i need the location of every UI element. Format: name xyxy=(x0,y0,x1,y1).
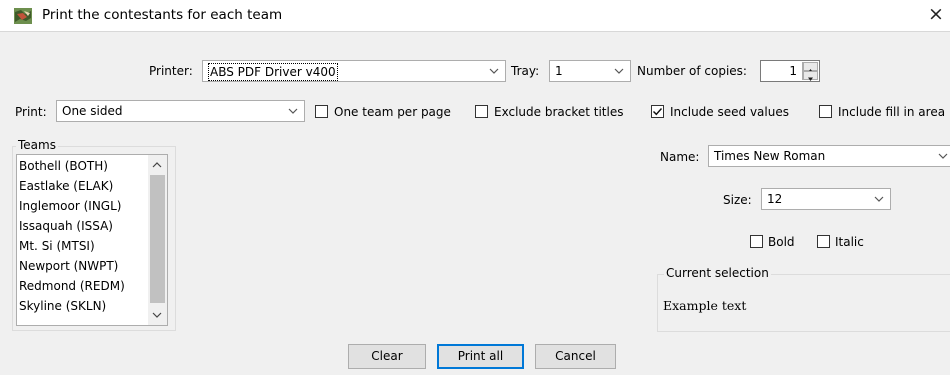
include-fill-in-areas-label: Include fill in area xyxy=(838,105,946,119)
cancel-button[interactable]: Cancel xyxy=(535,344,616,369)
tray-label: Tray: xyxy=(511,64,540,78)
list-item[interactable]: Bothell (BOTH) xyxy=(19,158,108,175)
list-item[interactable]: Mt. Si (MTSI) xyxy=(19,238,95,255)
copies-spinner[interactable]: 1 xyxy=(760,60,820,82)
chevron-down-icon xyxy=(938,153,948,159)
chevron-down-icon xyxy=(288,108,298,114)
one-team-per-page-checkbox[interactable] xyxy=(315,105,328,118)
tray-value: 1 xyxy=(555,64,563,78)
teams-listbox[interactable]: Bothell (BOTH) Eastlake (ELAK) Inglemoor… xyxy=(16,154,168,326)
print-mode-label: Print: xyxy=(15,105,47,119)
copies-value: 1 xyxy=(789,64,797,78)
caret-down-icon xyxy=(808,77,813,81)
exclude-bracket-titles-label: Exclude bracket titles xyxy=(494,105,624,119)
printer-dropdown[interactable]: ABS PDF Driver v400 xyxy=(202,60,506,82)
window-title: Print the contestants for each team xyxy=(42,7,283,23)
copies-label: Number of copies: xyxy=(637,64,747,78)
include-seed-values-label: Include seed values xyxy=(670,105,789,119)
spin-up-button[interactable] xyxy=(803,62,818,73)
print-mode-value: One sided xyxy=(62,104,123,118)
font-size-value: 12 xyxy=(767,192,783,206)
list-item[interactable]: Newport (NWPT) xyxy=(19,258,118,275)
font-name-value: Times New Roman xyxy=(714,149,826,163)
print-all-button[interactable]: Print all xyxy=(437,344,524,369)
checkmark-icon xyxy=(653,108,663,116)
teams-group-title: Teams xyxy=(16,138,58,152)
list-item[interactable]: Skyline (SKLN) xyxy=(19,298,106,315)
scrollbar-thumb[interactable] xyxy=(150,175,165,303)
include-seed-values-checkbox[interactable] xyxy=(651,105,664,118)
print-mode-dropdown[interactable]: One sided xyxy=(56,100,305,122)
exclude-bracket-titles-checkbox[interactable] xyxy=(475,105,488,118)
clear-button[interactable]: Clear xyxy=(348,344,426,369)
printer-label: Printer: xyxy=(149,64,193,78)
scroll-down-icon[interactable] xyxy=(152,311,162,319)
font-name-label: Name: xyxy=(660,150,700,164)
close-icon[interactable]: × xyxy=(928,4,944,24)
font-size-label: Size: xyxy=(723,193,752,207)
spin-down-button[interactable] xyxy=(803,71,818,81)
printer-value: ABS PDF Driver v400 xyxy=(208,63,338,81)
include-fill-in-areas-checkbox[interactable] xyxy=(819,105,832,118)
chevron-down-icon xyxy=(874,196,884,202)
list-item[interactable]: Eastlake (ELAK) xyxy=(19,178,113,195)
teams-scrollbar[interactable] xyxy=(148,155,167,325)
sample-text: Example text xyxy=(663,298,747,313)
current-selection-title: Current selection xyxy=(664,266,771,280)
italic-label: Italic xyxy=(835,235,864,249)
list-item[interactable]: Inglemoor (INGL) xyxy=(19,198,121,215)
spinner-buttons xyxy=(802,62,818,81)
chevron-down-icon xyxy=(489,68,499,74)
app-icon xyxy=(14,8,32,24)
italic-checkbox[interactable] xyxy=(817,235,830,248)
font-name-dropdown[interactable]: Times New Roman xyxy=(708,145,950,167)
scroll-up-icon[interactable] xyxy=(152,161,162,169)
bold-label: Bold xyxy=(768,235,795,249)
one-team-per-page-label: One team per page xyxy=(334,105,451,119)
tray-dropdown[interactable]: 1 xyxy=(549,60,631,82)
chevron-down-icon xyxy=(614,68,624,74)
list-item[interactable]: Redmond (REDM) xyxy=(19,278,125,295)
font-size-dropdown[interactable]: 12 xyxy=(761,188,891,210)
bold-checkbox[interactable] xyxy=(750,235,763,248)
list-item[interactable]: Issaquah (ISSA) xyxy=(19,218,113,235)
